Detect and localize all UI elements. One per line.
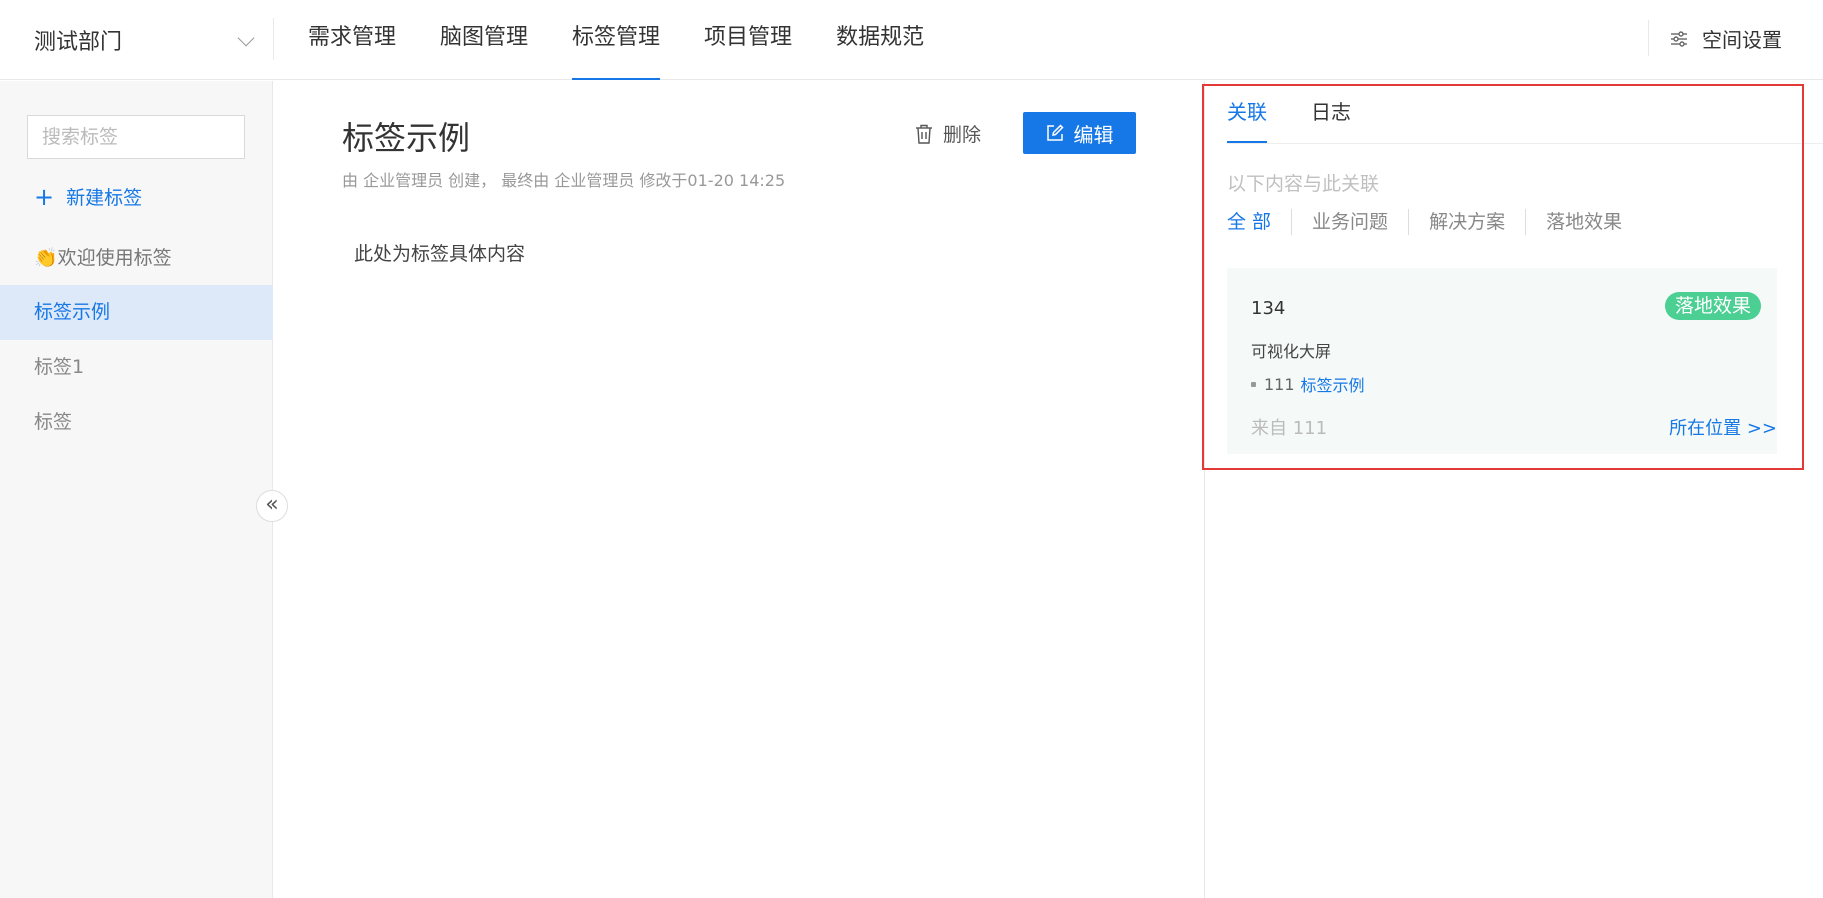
card-name: 可视化大屏 — [1251, 342, 1332, 361]
collapse-sidebar-button[interactable]: « — [256, 490, 288, 522]
filter-all[interactable]: 全 部 — [1227, 209, 1291, 235]
filter-business-issue[interactable]: 业务问题 — [1291, 209, 1408, 235]
delete-button[interactable]: 删除 — [915, 120, 981, 147]
nav-tab-data-standards[interactable]: 数据规范 — [836, 0, 924, 80]
card-relation: 111 标签示例 — [1251, 372, 1365, 396]
relation-link[interactable]: 标签示例 — [1301, 372, 1365, 396]
delete-label: 删除 — [943, 124, 982, 146]
new-tag-button[interactable]: + 新建标签 — [34, 183, 142, 210]
department-selector[interactable]: 测试部门 — [34, 24, 255, 56]
main-nav: 需求管理 脑图管理 标签管理 项目管理 数据规范 — [308, 0, 968, 80]
relations-panel: 关联 日志 以下内容与此关联 全 部 业务问题 解决方案 落地效果 134 落地… — [1204, 81, 1823, 898]
plus-icon: + — [34, 182, 55, 211]
tab-log[interactable]: 日志 — [1311, 81, 1351, 143]
department-label: 测试部门 — [34, 30, 123, 55]
double-chevron-left-icon: « — [265, 492, 279, 517]
divider — [1648, 20, 1649, 56]
nav-tab-requirements[interactable]: 需求管理 — [308, 0, 396, 80]
sidebar-item-tag-example[interactable]: 标签示例 — [0, 285, 273, 340]
nav-tab-projects[interactable]: 项目管理 — [704, 0, 792, 80]
divider — [273, 18, 274, 60]
filter-solution[interactable]: 解决方案 — [1408, 209, 1525, 235]
location-link[interactable]: 所在位置 >> — [1669, 414, 1777, 440]
panel-tabs: 关联 日志 — [1227, 81, 1395, 143]
tab-relations[interactable]: 关联 — [1227, 81, 1267, 143]
edit-label: 编辑 — [1073, 122, 1114, 147]
sidebar-item-welcome[interactable]: 👏欢迎使用标签 — [34, 243, 172, 270]
nav-tab-tags[interactable]: 标签管理 — [572, 0, 661, 80]
tag-sidebar: + 新建标签 👏欢迎使用标签 标签示例 标签1 标签 — [0, 81, 273, 898]
tag-content: 此处为标签具体内容 — [354, 243, 526, 265]
top-bar: 测试部门 需求管理 脑图管理 标签管理 项目管理 数据规范 空间设置 — [0, 0, 1823, 80]
nav-tab-mindmap[interactable]: 脑图管理 — [440, 0, 528, 80]
card-number: 134 — [1251, 298, 1286, 319]
relation-filters: 全 部 业务问题 解决方案 落地效果 — [1227, 209, 1642, 235]
bullet-icon — [1251, 381, 1256, 387]
new-tag-label: 新建标签 — [66, 187, 143, 209]
search-input[interactable] — [27, 115, 245, 159]
relation-card[interactable]: 134 落地效果 可视化大屏 111 标签示例 来自 111 所在位置 >> — [1227, 268, 1777, 454]
sidebar-item-tag[interactable]: 标签 — [0, 395, 273, 450]
tag-detail: 标签示例 由 企业管理员 创建， 最终由 企业管理员 修改于01-20 14:2… — [274, 81, 1204, 898]
edit-button[interactable]: 编辑 — [1023, 112, 1136, 154]
edit-icon — [1046, 124, 1064, 141]
space-settings-label: 空间设置 — [1702, 28, 1782, 52]
chevron-down-icon — [237, 29, 255, 47]
sidebar-item-tag1[interactable]: 标签1 — [0, 340, 273, 395]
status-badge: 落地效果 — [1664, 292, 1761, 320]
tag-meta-info: 由 企业管理员 创建， 最终由 企业管理员 修改于01-20 14:25 — [342, 171, 786, 190]
filter-landing-effect[interactable]: 落地效果 — [1525, 209, 1642, 235]
relations-description: 以下内容与此关联 — [1227, 173, 1380, 195]
card-source: 来自 111 — [1251, 418, 1328, 439]
relation-prefix: 111 — [1264, 374, 1295, 394]
space-settings-button[interactable]: 空间设置 — [1670, 24, 1782, 53]
settings-sliders-icon — [1671, 30, 1687, 47]
trash-icon — [916, 124, 932, 144]
divider — [1227, 143, 1823, 144]
page-title: 标签示例 — [342, 119, 471, 157]
